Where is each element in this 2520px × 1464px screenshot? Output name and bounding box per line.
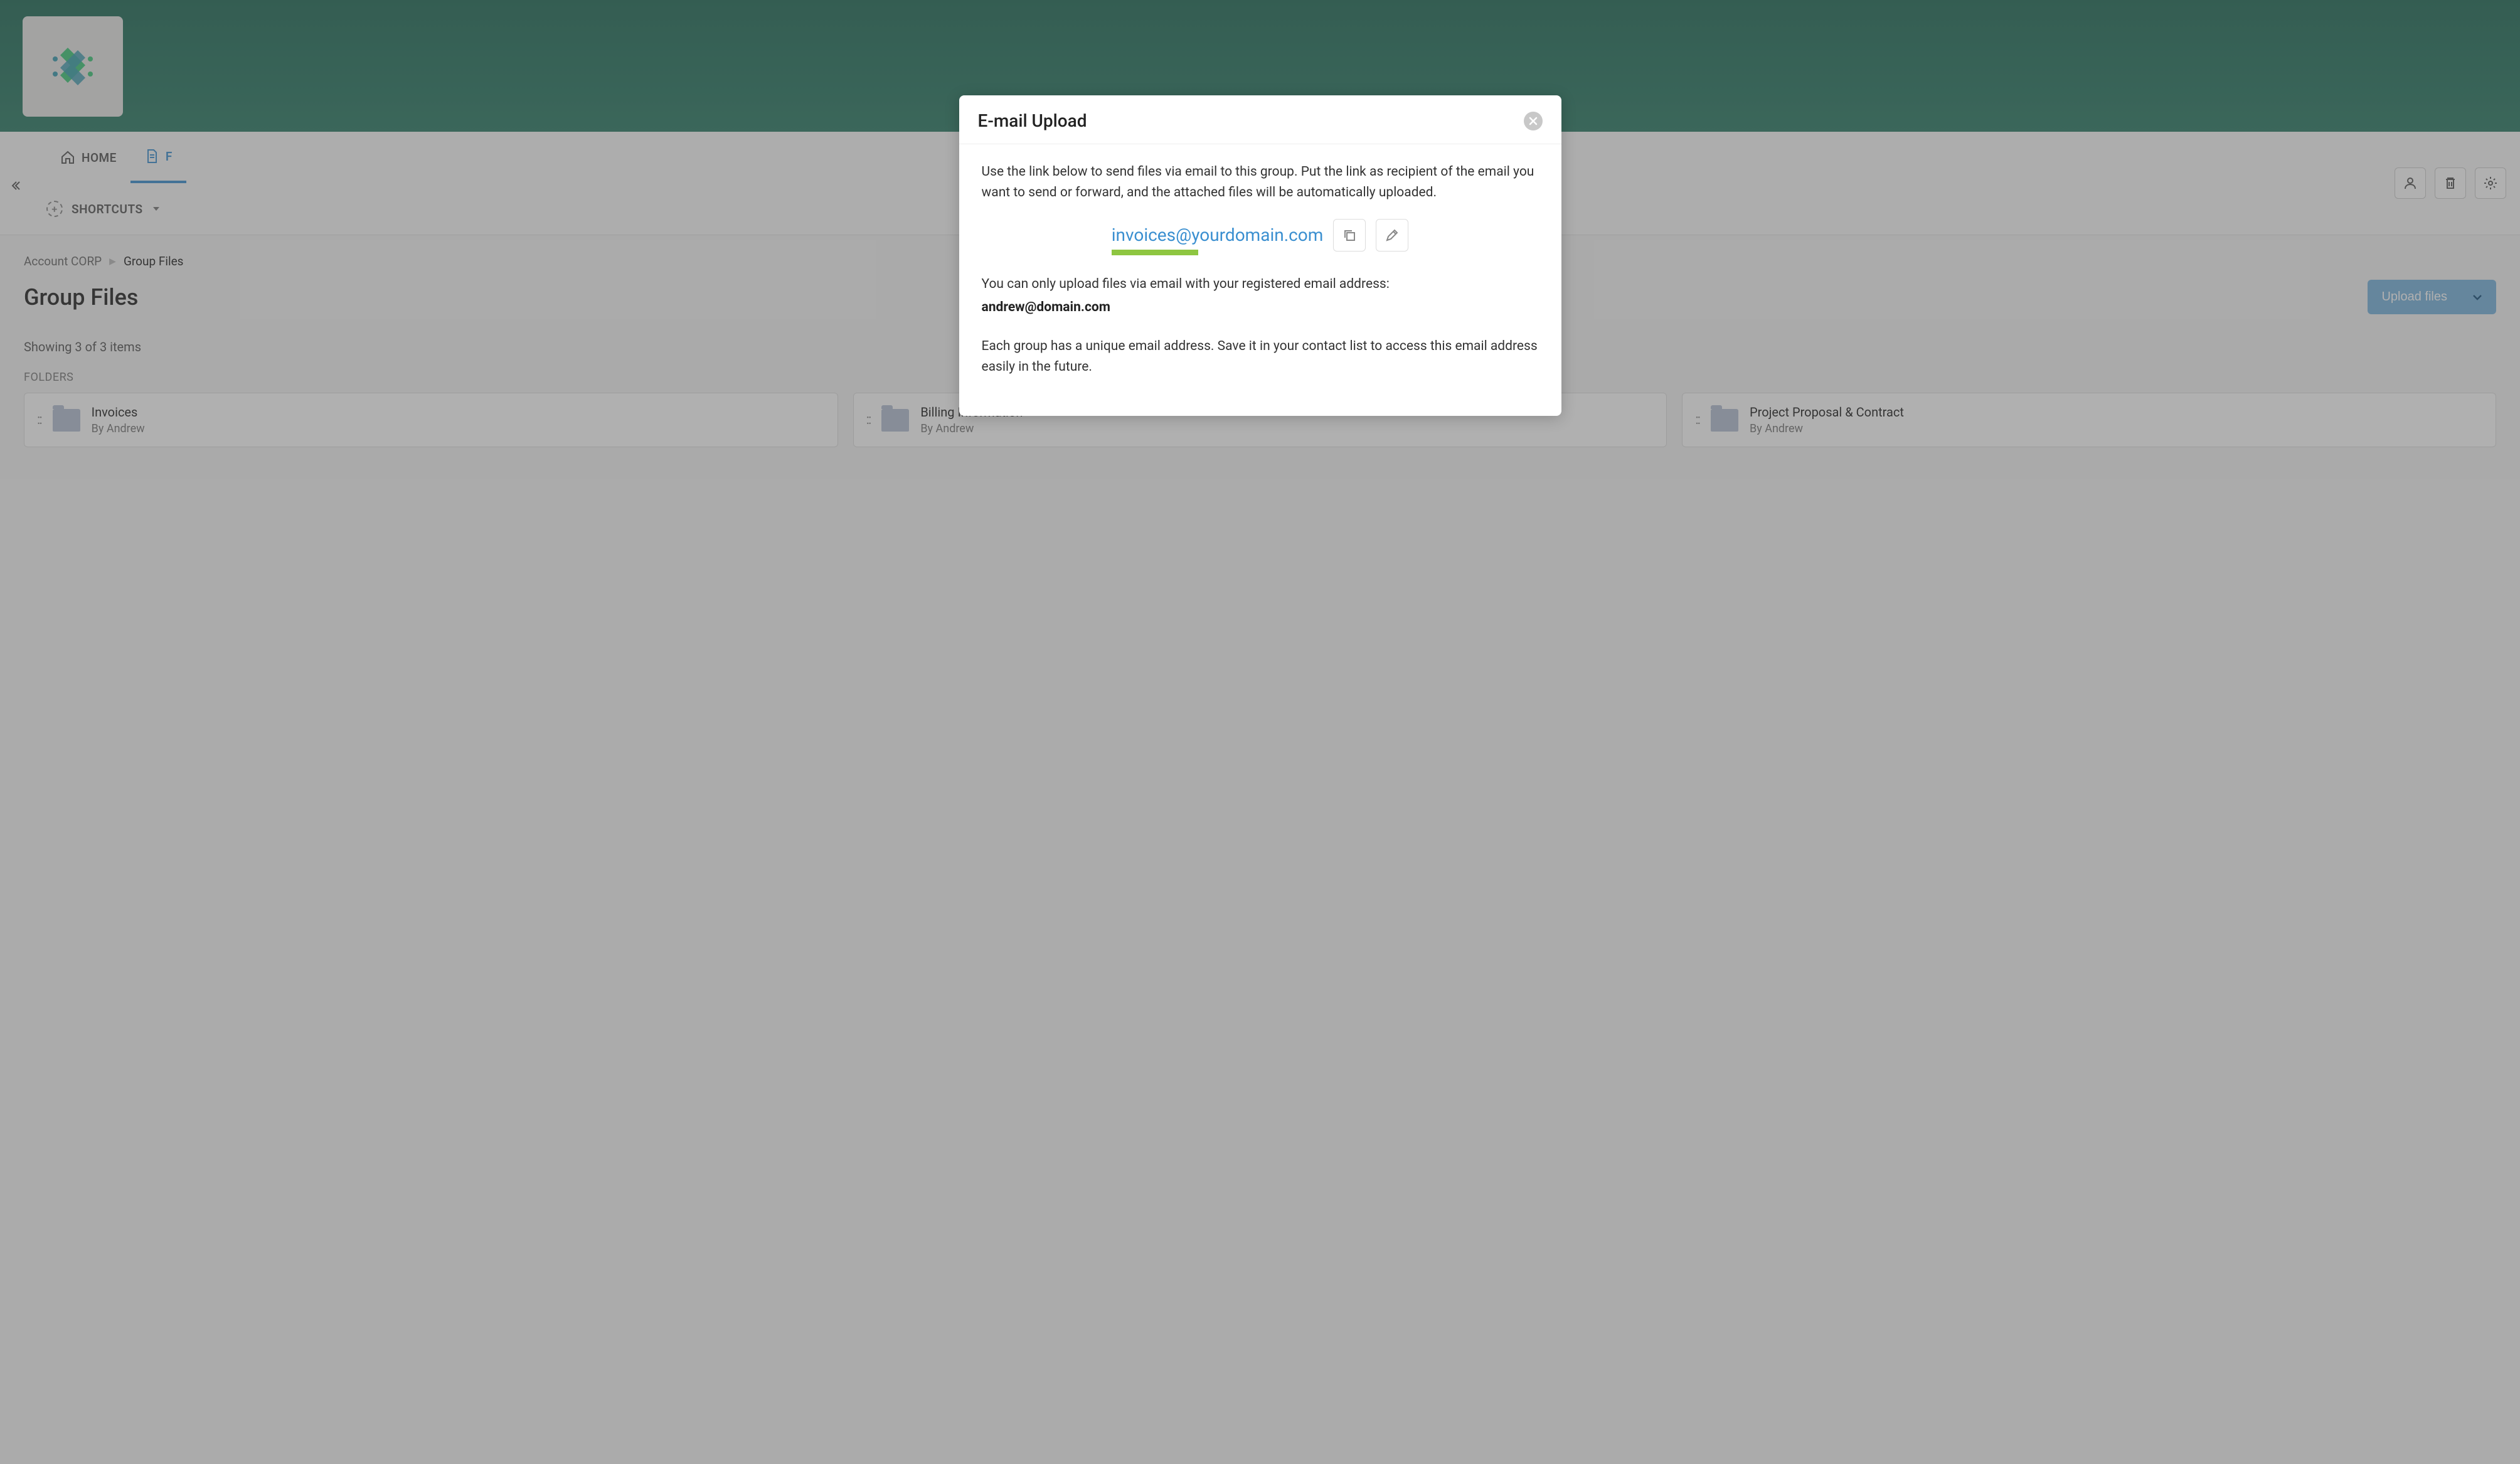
close-icon (1529, 117, 1538, 125)
registered-intro-text: You can only upload files via email with… (982, 274, 1539, 295)
unique-note-text: Each group has a unique email address. S… (982, 336, 1539, 377)
pencil-icon (1385, 228, 1400, 243)
modal-title: E-mail Upload (978, 110, 1087, 131)
edit-email-button[interactable] (1376, 219, 1408, 252)
modal-overlay[interactable]: E-mail Upload Use the link below to send… (0, 0, 2520, 1464)
modal-intro-text: Use the link below to send files via ema… (982, 162, 1539, 203)
registered-email: andrew@domain.com (982, 297, 1539, 318)
upload-email-address[interactable]: invoices@yourdomain.com (1112, 221, 1324, 248)
copy-icon (1342, 228, 1357, 243)
email-upload-modal: E-mail Upload Use the link below to send… (959, 95, 1561, 416)
close-button[interactable] (1524, 112, 1543, 130)
copy-email-button[interactable] (1333, 219, 1366, 252)
